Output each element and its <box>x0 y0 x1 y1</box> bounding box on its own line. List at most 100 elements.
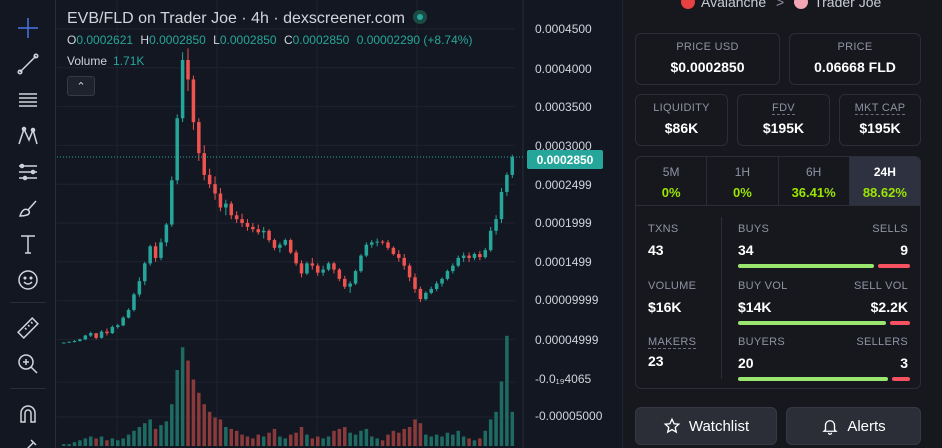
candle <box>240 219 244 223</box>
volume-legend: Volume 1.71K <box>67 54 145 68</box>
horizontal-lines-icon[interactable] <box>12 84 44 116</box>
price-axis-label: 0.0001999 <box>535 216 592 230</box>
pencil-lock-icon[interactable] <box>12 432 44 448</box>
sell-vol-value: $2.2K <box>870 299 908 315</box>
volume-bar <box>451 434 455 446</box>
candle <box>283 240 288 245</box>
candle <box>310 263 315 266</box>
buy-vol-value: $14K <box>738 299 772 315</box>
candle <box>170 180 174 225</box>
volume-bar <box>310 438 315 446</box>
volume-bar <box>505 335 509 446</box>
makers-label[interactable]: MAKERS <box>648 336 697 349</box>
volume-bar <box>170 404 174 446</box>
candle <box>456 257 461 266</box>
candle <box>234 215 239 220</box>
price-axis-label: 0.0002499 <box>535 178 592 192</box>
candle <box>213 184 217 194</box>
candle <box>332 263 336 270</box>
candle <box>348 283 352 287</box>
tab-6h[interactable]: 6H 36.41% <box>779 157 850 205</box>
candle <box>510 157 515 175</box>
volume-bar <box>72 442 77 446</box>
watchlist-button[interactable]: Watchlist <box>635 407 777 445</box>
price-axis-label: -0.00005000 <box>535 409 603 423</box>
magnet-icon[interactable] <box>12 398 44 430</box>
candle <box>278 244 282 248</box>
breadcrumb: Avalanche > Trader Joe <box>681 0 881 10</box>
emoji-icon[interactable] <box>12 264 44 296</box>
tab-5m[interactable]: 5M 0% <box>636 157 708 205</box>
candle <box>99 331 104 338</box>
star-icon <box>663 417 681 434</box>
text-icon[interactable] <box>12 228 44 260</box>
candle <box>397 254 401 258</box>
candle <box>175 118 179 181</box>
volume-bar <box>197 392 201 446</box>
volume-bar <box>78 440 82 446</box>
price-axis-label: -0.0₁₉4065 <box>535 372 592 386</box>
alerts-button[interactable]: Alerts <box>786 407 921 445</box>
candle <box>337 269 342 279</box>
pattern-icon[interactable] <box>12 120 44 152</box>
candle <box>251 226 255 230</box>
tab-1h[interactable]: 1H 0% <box>707 157 779 205</box>
breadcrumb-dex[interactable]: Trader Joe <box>814 0 881 10</box>
candle <box>78 339 82 341</box>
candle <box>429 288 433 293</box>
txns-label: TXNS <box>648 223 679 235</box>
volume-bar <box>240 434 244 446</box>
volume-bar <box>272 428 277 446</box>
buyers-bar <box>738 377 888 381</box>
volume-bar <box>202 404 206 446</box>
candle <box>186 60 190 80</box>
candle <box>321 269 325 273</box>
candle <box>467 255 471 258</box>
volume-bar <box>251 438 255 446</box>
volume-bar <box>99 436 104 446</box>
collapse-legend-button[interactable]: ⌃ <box>67 76 95 96</box>
sell-vol-bar <box>890 321 910 325</box>
volume-bar <box>207 411 212 446</box>
volume-bar <box>499 381 504 446</box>
fdv-card[interactable]: FDV $195K <box>737 94 830 146</box>
price-chart[interactable]: EVB/FLD on Trader Joe · 4h · dexscreener… <box>57 0 622 448</box>
ruler-icon[interactable] <box>12 312 44 344</box>
market-cap-card[interactable]: MKT CAP $195K <box>839 94 921 146</box>
bell-icon <box>822 420 838 435</box>
candle <box>434 283 439 289</box>
candle <box>229 203 234 216</box>
candle <box>472 254 477 258</box>
volume-bar <box>105 440 109 446</box>
sells-bar <box>878 264 910 268</box>
candle <box>207 174 212 185</box>
volume-bar <box>488 419 493 446</box>
volume-bar <box>326 436 331 446</box>
projection-icon[interactable] <box>12 156 44 188</box>
volume-bar <box>397 432 401 446</box>
trend-line-icon[interactable] <box>12 48 44 80</box>
brush-icon[interactable] <box>12 192 44 224</box>
crosshair-icon[interactable] <box>12 12 44 44</box>
volume-bar <box>370 436 374 446</box>
candle <box>483 250 488 258</box>
volume-bar <box>110 438 115 446</box>
sellers-value: 3 <box>900 355 908 371</box>
candle <box>402 257 406 266</box>
volume-bar <box>256 434 261 446</box>
zoom-in-icon[interactable] <box>12 348 44 380</box>
volume-bar <box>299 427 304 446</box>
volume-bar <box>288 434 293 446</box>
buyers-label: BUYERS <box>738 336 786 348</box>
tab-24h[interactable]: 24H 88.62% <box>849 157 920 205</box>
candle <box>440 278 444 284</box>
candle <box>72 340 77 342</box>
volume-bar <box>191 379 196 446</box>
avalanche-icon <box>681 0 695 9</box>
volume-bar <box>213 417 217 446</box>
candle <box>375 241 379 243</box>
volume-bar <box>402 428 406 446</box>
sellers-bar <box>892 377 910 381</box>
volume-bar <box>315 436 320 446</box>
breadcrumb-chain[interactable]: Avalanche <box>701 0 766 10</box>
